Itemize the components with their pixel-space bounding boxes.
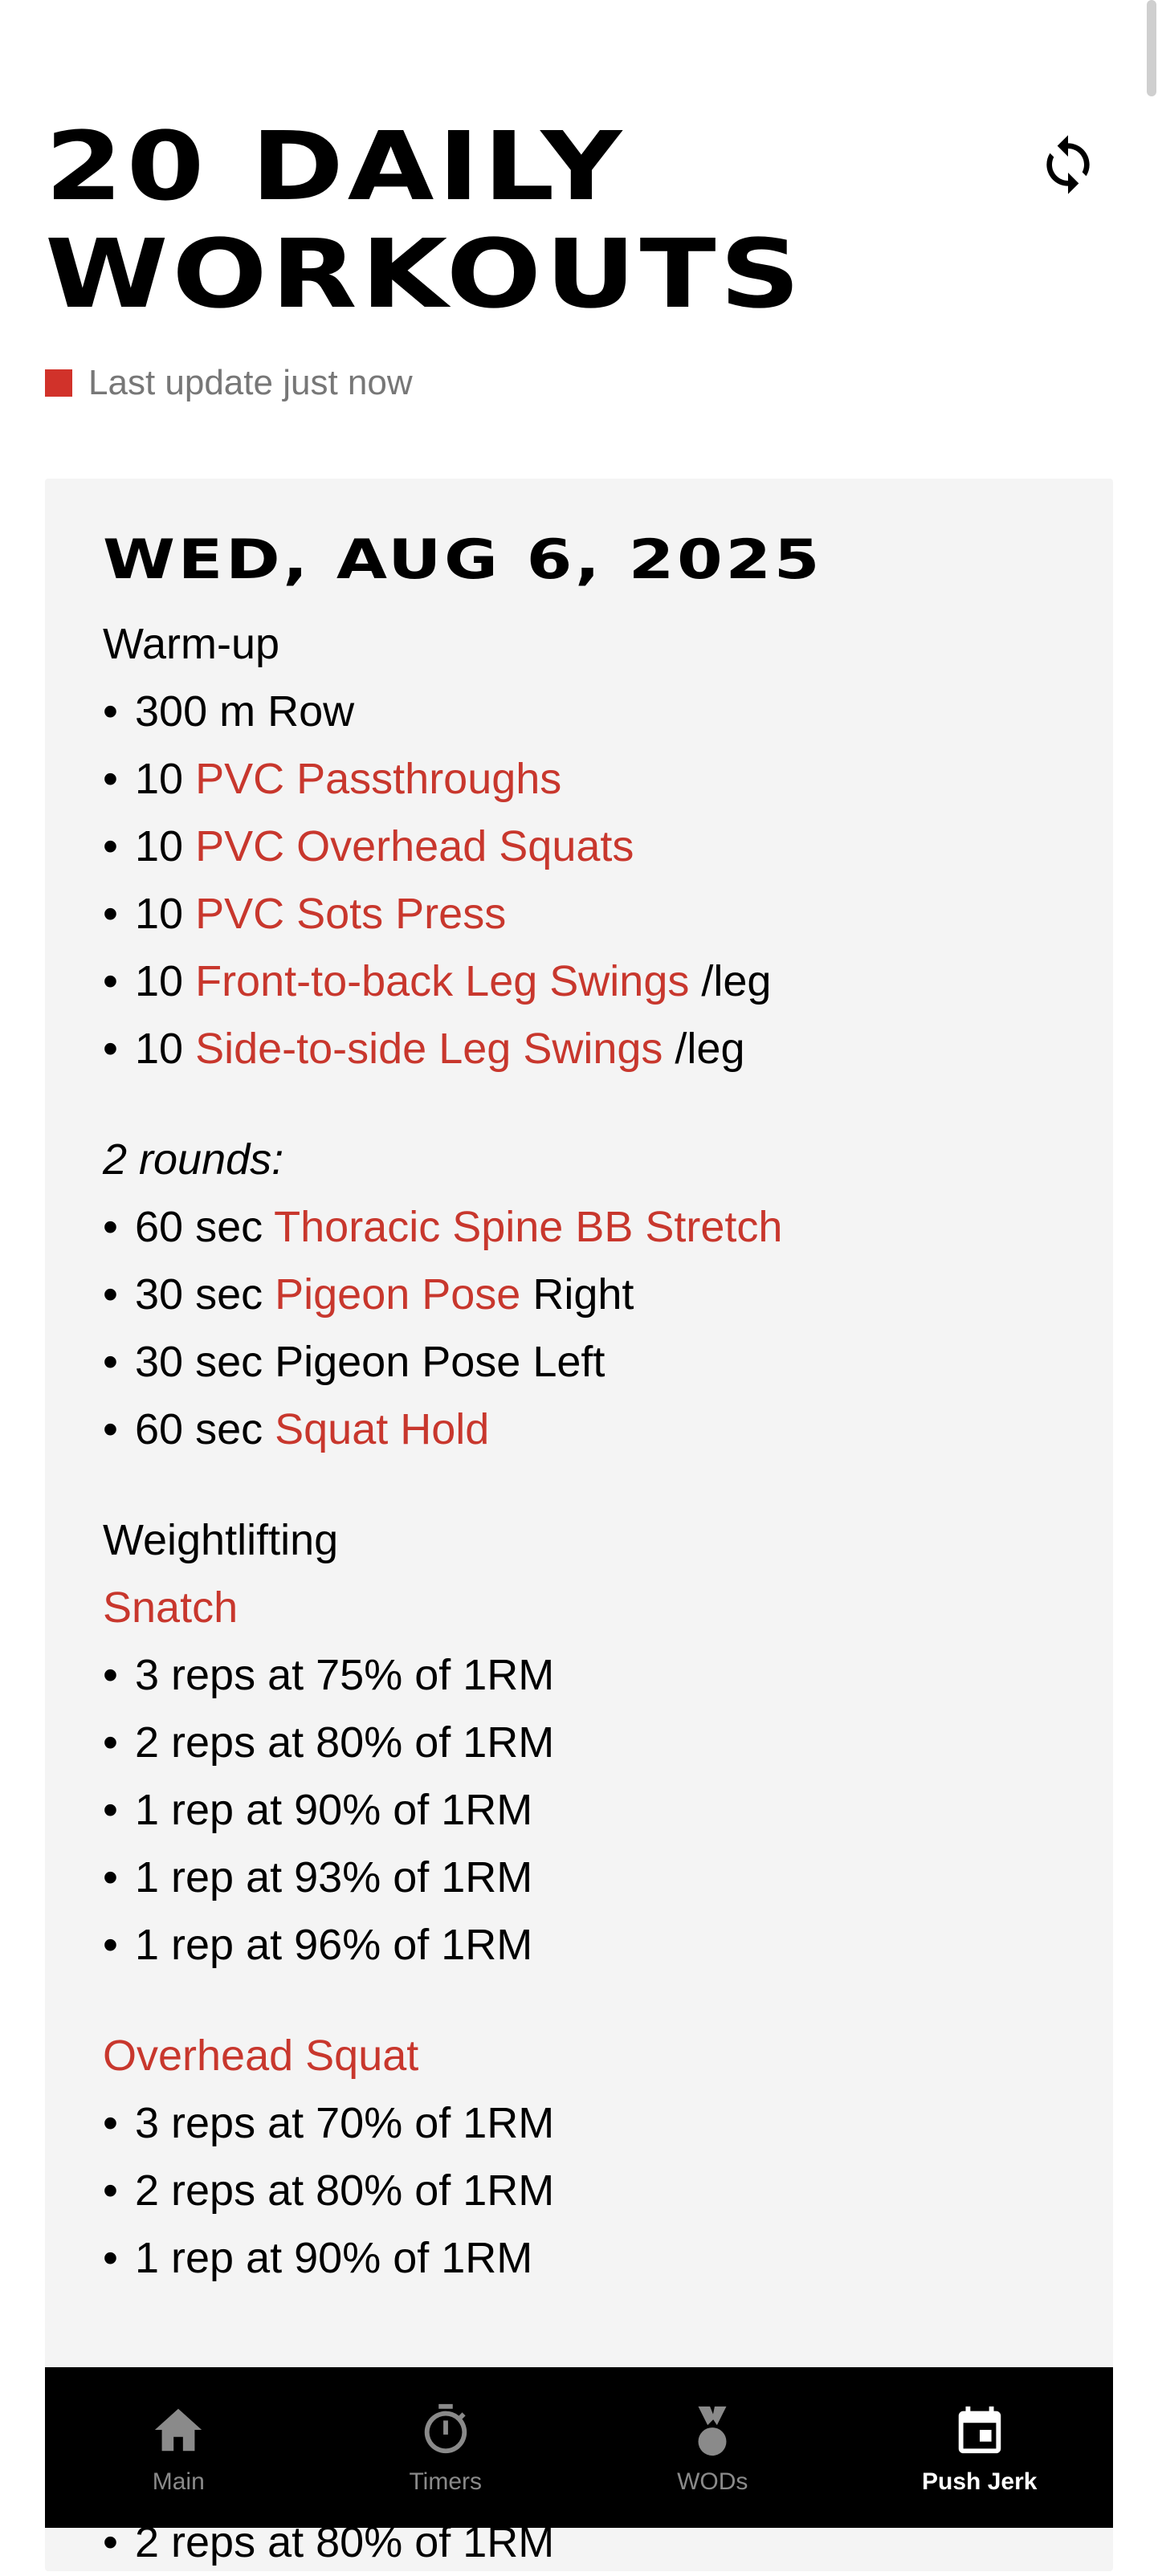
bullet: • xyxy=(103,1203,118,1251)
workout-date: WED, AUG 6, 2025 xyxy=(103,528,823,592)
list-item-text: 2 reps at 80% of 1RM xyxy=(135,2166,555,2215)
list-item-text: 60 sec xyxy=(135,1405,275,1453)
nav-label: WODs xyxy=(677,2468,748,2495)
weightlifting-heading: Weightlifting xyxy=(103,1516,339,1564)
bullet: • xyxy=(103,2099,118,2147)
list-item: • 10 PVC Overhead Squats xyxy=(103,813,1066,880)
list-item: • 60 sec Thoracic Spine BB Stretch xyxy=(103,1193,1066,1261)
bullet: • xyxy=(103,890,118,938)
list-item-text: 30 sec xyxy=(135,1270,275,1319)
scrollbar-thumb[interactable] xyxy=(1147,0,1156,96)
list-item: • 1 rep at 96% of 1RM xyxy=(103,1911,1066,1979)
list-item-text: 10 xyxy=(135,1025,196,1073)
bullet: • xyxy=(103,1270,118,1319)
rounds-list: • 60 sec Thoracic Spine BB Stretch • 30 sec… xyxy=(103,1193,1066,1463)
stopwatch-icon xyxy=(424,2403,467,2454)
list-item: • 10 PVC Passthroughs xyxy=(103,745,1066,813)
list-item-suffix: /leg xyxy=(689,957,772,1005)
exercise-link[interactable]: PVC Overhead Squats xyxy=(195,822,634,870)
calendar-icon xyxy=(958,2406,1001,2454)
home-icon xyxy=(155,2408,202,2452)
bottom-nav: Main Timers WODs Push Jerk xyxy=(45,2367,1113,2528)
list-item: • 10 Front-to-back Leg Swings /leg xyxy=(103,948,1066,1015)
list-item-text: 10 xyxy=(135,755,196,803)
list-item-text: 3 reps at 70% of 1RM xyxy=(135,2099,555,2147)
bullet: • xyxy=(103,1921,118,1969)
workout-content: WED, AUG 6, 2025 Warm-up • 300 m Row • 10 P… xyxy=(103,528,1066,2292)
list-item: • 3 reps at 70% of 1RM xyxy=(103,2089,1066,2157)
bullet: • xyxy=(103,1651,118,1699)
list-item: • 2 reps at 80% of 1RM xyxy=(103,1709,1066,1776)
list-item-text: 60 sec xyxy=(135,1203,275,1251)
list-item: • 60 sec Squat Hold xyxy=(103,1396,1066,1463)
bullet: • xyxy=(103,1025,118,1073)
list-item: • 300 m Row xyxy=(103,678,1066,745)
bullet: • xyxy=(103,957,118,1005)
status-text: Last update just now xyxy=(88,363,413,402)
exercise-link[interactable]: Pigeon Pose xyxy=(275,1270,520,1319)
exercise-link[interactable]: PVC Sots Press xyxy=(195,890,506,938)
medal-icon xyxy=(698,2406,727,2456)
refresh-icon xyxy=(1046,135,1090,194)
snatch-link[interactable]: Snatch xyxy=(103,1574,1066,1641)
bullet: • xyxy=(103,1786,118,1834)
list-item: • 2 reps at 80% of 1RM xyxy=(103,2157,1066,2224)
nav-item-main[interactable]: Main xyxy=(45,2367,312,2528)
list-item-text: 1 rep at 96% of 1RM xyxy=(135,1921,533,1969)
exercise-link[interactable]: Squat Hold xyxy=(275,1405,489,1453)
bullet: • xyxy=(103,687,118,736)
bullet: • xyxy=(103,1718,118,1767)
page-title: 20 DAILY WORKOUTS xyxy=(45,112,804,328)
refresh-button[interactable] xyxy=(1032,124,1104,205)
title-line-1: 20 DAILY xyxy=(45,111,626,222)
list-item: • 1 rep at 90% of 1RM xyxy=(103,1776,1066,1844)
list-item-text: 10 xyxy=(135,957,196,1005)
overhead-squat-list: • 3 reps at 70% of 1RM • 2 reps at 80% of 1… xyxy=(103,2089,1066,2292)
bullet: • xyxy=(103,822,118,870)
list-item: • 3 reps at 75% of 1RM xyxy=(103,1641,1066,1709)
bullet: • xyxy=(103,1338,118,1386)
status-indicator xyxy=(45,369,72,397)
warmup-heading: Warm-up xyxy=(103,620,280,668)
exercise-link[interactable]: Thoracic Spine BB Stretch xyxy=(274,1203,782,1251)
list-item: • 1 rep at 93% of 1RM xyxy=(103,1844,1066,1911)
list-item-suffix: Right xyxy=(520,1270,634,1319)
list-item: • 1 rep at 90% of 1RM xyxy=(103,2224,1066,2292)
nav-item-wods[interactable]: WODs xyxy=(579,2367,846,2528)
bullet: • xyxy=(103,1853,118,1901)
bullet: • xyxy=(103,2166,118,2215)
title-line-2: WORKOUTS xyxy=(45,218,805,329)
exercise-link[interactable]: Front-to-back Leg Swings xyxy=(195,957,689,1005)
bullet: • xyxy=(103,2234,118,2282)
nav-label: Timers xyxy=(409,2468,483,2495)
list-item-text: 3 reps at 75% of 1RM xyxy=(135,1651,555,1699)
workout-card: WED, AUG 6, 2025 Warm-up • 300 m Row • 10 P… xyxy=(45,479,1113,2571)
list-item-text: 10 xyxy=(135,822,196,870)
list-item: • 30 sec Pigeon Pose Left xyxy=(103,1328,1066,1396)
list-item: • 10 Side-to-side Leg Swings /leg xyxy=(103,1015,1066,1082)
nav-label: Push Jerk xyxy=(922,2468,1038,2495)
rounds-label: 2 rounds: xyxy=(103,1135,284,1184)
list-item-text: 1 rep at 90% of 1RM xyxy=(135,1786,533,1834)
overhead-squat-link[interactable]: Overhead Squat xyxy=(103,2022,1066,2089)
bullet: • xyxy=(103,755,118,803)
nav-item-timers[interactable]: Timers xyxy=(312,2367,580,2528)
list-item-text: 2 reps at 80% of 1RM xyxy=(135,1718,555,1767)
snatch-list: • 3 reps at 75% of 1RM • 2 reps at 80% of 1… xyxy=(103,1641,1066,1979)
exercise-link[interactable]: PVC Passthroughs xyxy=(195,755,561,803)
list-item-text: 30 sec Pigeon Pose Left xyxy=(135,1338,606,1386)
list-item-text: 10 xyxy=(135,890,196,938)
bullet: • xyxy=(103,1405,118,1453)
list-item-text: 300 m Row xyxy=(135,687,355,736)
nav-label: Main xyxy=(152,2468,205,2495)
exercise-link[interactable]: Side-to-side Leg Swings xyxy=(195,1025,663,1073)
list-item: • 10 PVC Sots Press xyxy=(103,880,1066,948)
warmup-list: • 300 m Row • 10 PVC Passthroughs • 10 PVC Ov… xyxy=(103,678,1066,1082)
list-item-text: 1 rep at 93% of 1RM xyxy=(135,1853,533,1901)
nav-item-push-jerk[interactable]: Push Jerk xyxy=(846,2367,1114,2528)
list-item: • 30 sec Pigeon Pose Right xyxy=(103,1261,1066,1328)
list-item-text: 1 rep at 90% of 1RM xyxy=(135,2234,533,2282)
list-item-suffix: /leg xyxy=(663,1025,745,1073)
status-row: Last update just now xyxy=(45,363,413,403)
